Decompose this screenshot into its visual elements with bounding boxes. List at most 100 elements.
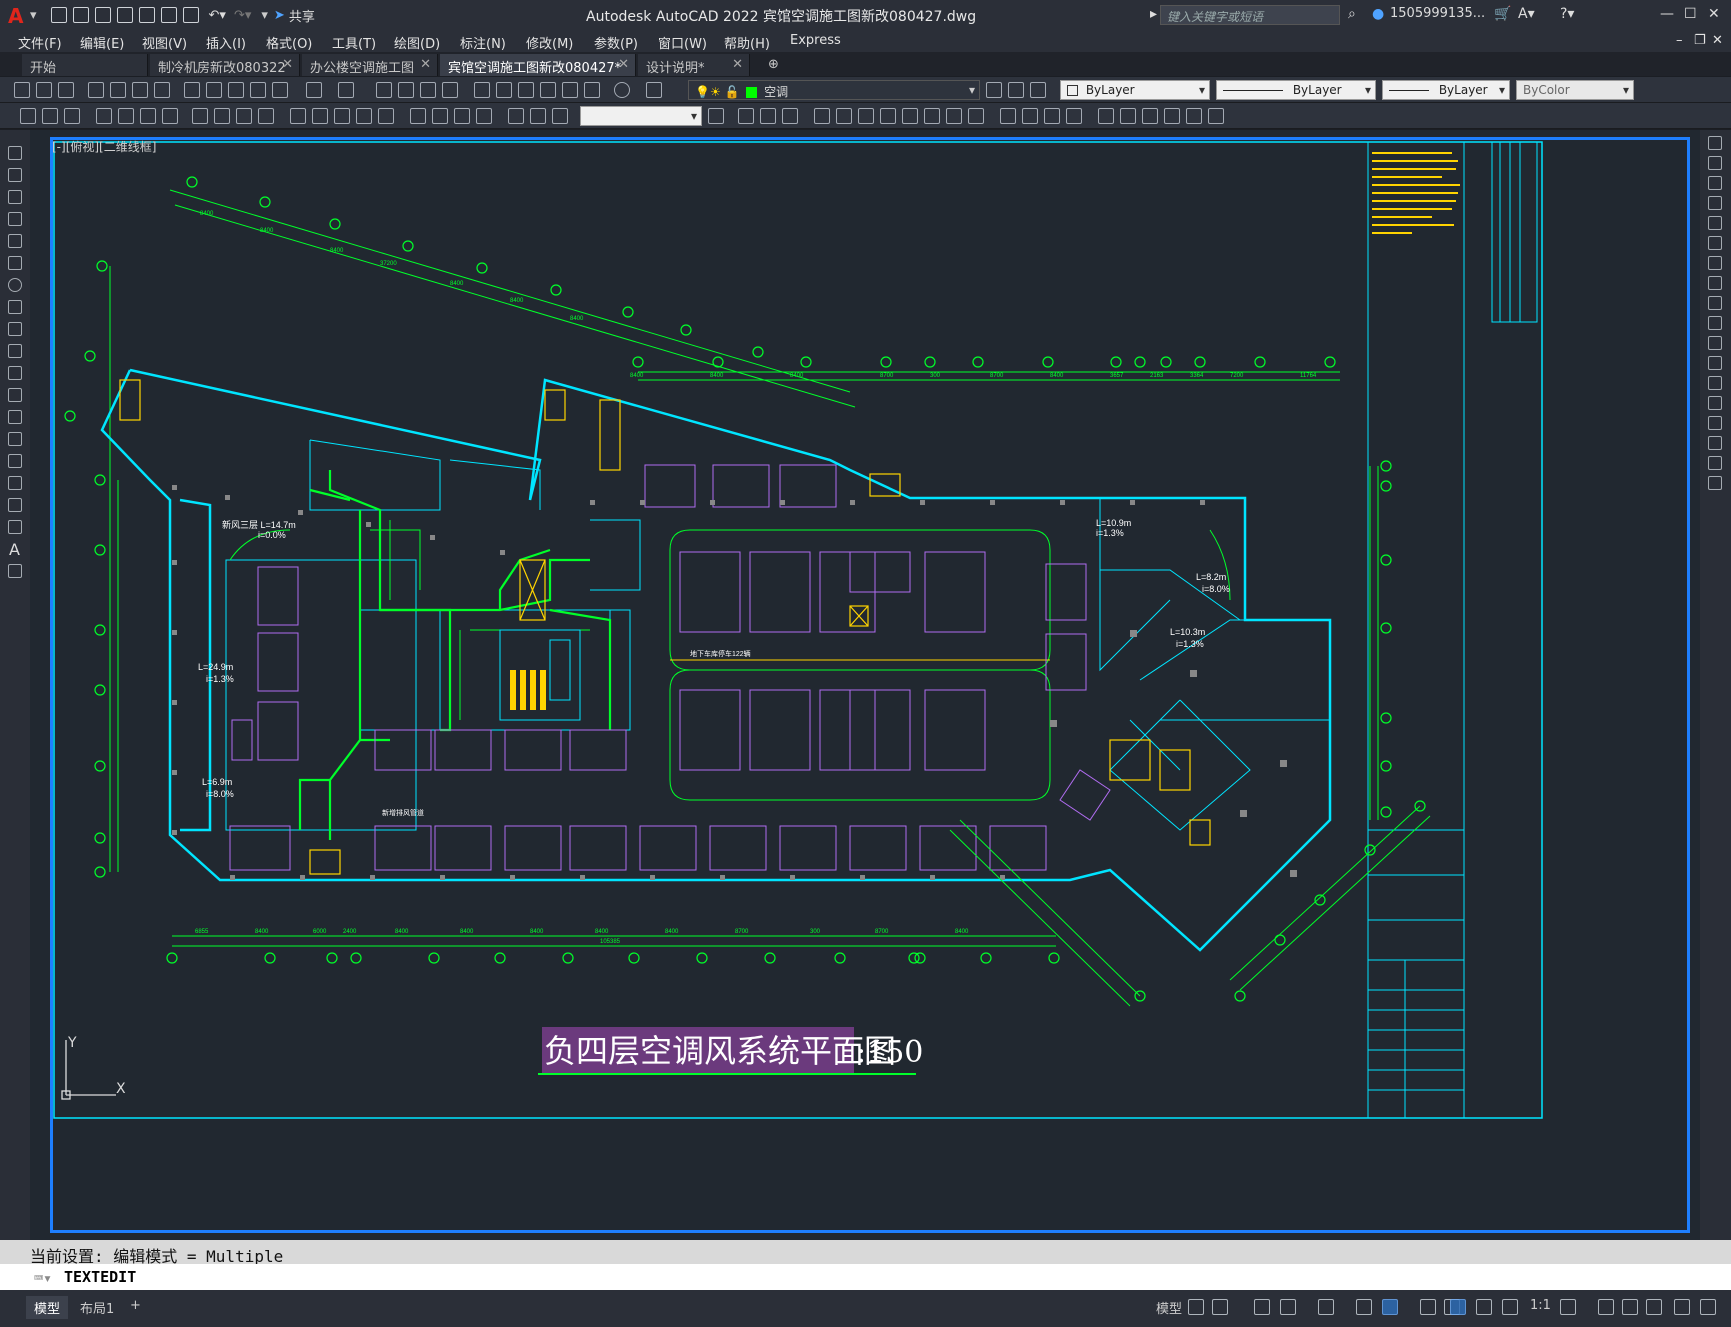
lengthen-icon[interactable] bbox=[1164, 108, 1180, 124]
ellipse-icon[interactable] bbox=[8, 344, 22, 358]
search-input[interactable]: 键入关键字或短语 bbox=[1160, 5, 1340, 25]
share-icon[interactable]: ➤ bbox=[274, 8, 285, 23]
rotate-icon[interactable] bbox=[1708, 256, 1722, 270]
rectangle-icon[interactable] bbox=[8, 234, 22, 248]
customize-icon[interactable] bbox=[1700, 1299, 1716, 1315]
hatch-icon[interactable] bbox=[8, 454, 22, 468]
close-icon[interactable]: ✕ bbox=[282, 57, 293, 72]
help-icon[interactable] bbox=[614, 82, 630, 98]
plotstyle-dropdown[interactable]: ByColor ▾ bbox=[1516, 80, 1634, 100]
undo-icon[interactable]: ↶▾ bbox=[209, 8, 226, 23]
plus-icon[interactable] bbox=[1598, 1299, 1614, 1315]
quickcalc-icon[interactable] bbox=[584, 82, 600, 98]
color-dropdown[interactable]: ByLayer ▾ bbox=[1060, 80, 1210, 100]
mirror-icon[interactable] bbox=[1708, 176, 1722, 190]
menu-tools[interactable]: 工具(T) bbox=[332, 33, 376, 52]
quick-dim-icon[interactable] bbox=[290, 108, 306, 124]
table-style-icon[interactable] bbox=[64, 108, 80, 124]
zoom-window-icon[interactable] bbox=[420, 82, 436, 98]
viewport-controls[interactable]: [-][俯视][二维线框] bbox=[52, 138, 156, 155]
move-icon[interactable] bbox=[1708, 236, 1722, 250]
pan-icon[interactable] bbox=[376, 82, 392, 98]
menu-draw[interactable]: 绘图(D) bbox=[394, 33, 440, 52]
block-editor-icon[interactable] bbox=[272, 82, 288, 98]
close-icon[interactable]: ✕ bbox=[618, 57, 629, 72]
table-icon[interactable] bbox=[8, 520, 22, 534]
menu-modify[interactable]: 修改(M) bbox=[526, 33, 573, 52]
aligned-dim-icon[interactable] bbox=[118, 108, 134, 124]
jogged-linear-icon[interactable] bbox=[476, 108, 492, 124]
add-selected-icon[interactable] bbox=[8, 564, 22, 578]
plot-icon[interactable] bbox=[88, 82, 104, 98]
clean-screen-icon[interactable] bbox=[1674, 1299, 1690, 1315]
tool-palettes-icon[interactable] bbox=[518, 82, 534, 98]
jogged-dim-icon[interactable] bbox=[214, 108, 230, 124]
break-icon[interactable] bbox=[1708, 376, 1722, 390]
tolerance-icon[interactable] bbox=[410, 108, 426, 124]
snap-icon[interactable] bbox=[1212, 1299, 1228, 1315]
scale-icon[interactable] bbox=[1708, 276, 1722, 290]
menu-format[interactable]: 格式(O) bbox=[266, 33, 312, 52]
break-at-point-icon[interactable] bbox=[1708, 356, 1722, 370]
align-icon[interactable] bbox=[1186, 108, 1202, 124]
save-icon[interactable] bbox=[94, 7, 111, 23]
dim-style-icon[interactable] bbox=[20, 108, 36, 124]
user-icon[interactable]: ● bbox=[1372, 6, 1384, 22]
break-icon[interactable] bbox=[1142, 108, 1158, 124]
save-as-icon[interactable] bbox=[116, 7, 133, 23]
insert-block-icon[interactable] bbox=[8, 388, 22, 402]
mirror-icon[interactable] bbox=[836, 108, 852, 124]
linetype-dropdown[interactable]: ByLayer ▾ bbox=[1216, 80, 1376, 100]
layer-state-icon[interactable] bbox=[1030, 82, 1046, 98]
undo-icon[interactable] bbox=[306, 82, 322, 98]
help-icon[interactable]: ?▾ bbox=[1560, 6, 1574, 22]
markup-icon[interactable] bbox=[562, 82, 578, 98]
ellipse-arc-icon[interactable] bbox=[8, 366, 22, 380]
close-icon[interactable]: ✕ bbox=[420, 57, 431, 72]
make-current-layer-icon[interactable] bbox=[986, 82, 1002, 98]
auto-scale-icon[interactable] bbox=[1476, 1299, 1492, 1315]
maximize-button[interactable]: ☐ bbox=[1684, 6, 1697, 22]
annotation-scale-value[interactable]: 1:1 bbox=[1522, 1296, 1559, 1315]
menu-window[interactable]: 窗口(W) bbox=[658, 33, 707, 52]
extend-icon[interactable] bbox=[1708, 336, 1722, 350]
zoom-realtime-icon[interactable] bbox=[398, 82, 414, 98]
diameter-dim-icon[interactable] bbox=[236, 108, 252, 124]
new-tab-button[interactable]: ⊕ bbox=[760, 54, 790, 76]
annotation-scale-icon[interactable] bbox=[1502, 1299, 1518, 1315]
multiline-text-icon[interactable]: A bbox=[9, 540, 20, 559]
layer-dropdown[interactable]: 💡☀ 🔓 空调 ▾ bbox=[688, 80, 980, 100]
angular-dim-icon[interactable] bbox=[258, 108, 274, 124]
join-icon[interactable] bbox=[1708, 396, 1722, 410]
text-style-icon[interactable] bbox=[42, 108, 58, 124]
array-icon[interactable] bbox=[1708, 216, 1722, 230]
ungroup-icon[interactable] bbox=[1120, 108, 1136, 124]
autodesk-services-icon[interactable]: A▾ bbox=[1518, 6, 1535, 22]
dim-style-dropdown[interactable]: ▾ bbox=[580, 106, 702, 126]
cut-icon[interactable] bbox=[184, 82, 200, 98]
hardware-acceleration-icon[interactable] bbox=[1646, 1299, 1662, 1315]
menu-file[interactable]: 文件(F) bbox=[18, 33, 62, 52]
dim-text-edit-icon[interactable] bbox=[530, 108, 546, 124]
circle-icon[interactable] bbox=[8, 278, 22, 292]
close-icon[interactable]: ✕ bbox=[732, 57, 743, 72]
annotation-visibility-icon[interactable] bbox=[1450, 1299, 1466, 1315]
sheet-set-icon[interactable] bbox=[540, 82, 556, 98]
stretch-icon[interactable] bbox=[782, 108, 798, 124]
doc-close-icon[interactable]: ✕ bbox=[1712, 33, 1723, 48]
search-expand-icon[interactable]: ▸ bbox=[1150, 6, 1157, 22]
qnew-icon[interactable] bbox=[14, 82, 30, 98]
chamfer-icon[interactable] bbox=[968, 108, 984, 124]
join-icon[interactable] bbox=[1066, 108, 1082, 124]
doc-restore-icon[interactable]: ❐ bbox=[1694, 33, 1706, 48]
publish-icon[interactable] bbox=[132, 82, 148, 98]
gear-icon[interactable] bbox=[1560, 1299, 1576, 1315]
user-account[interactable]: 1505999135... bbox=[1390, 6, 1485, 21]
tab-office-hvac[interactable]: 办公楼空调施工图 ✕ bbox=[302, 54, 438, 76]
fillet-icon[interactable] bbox=[946, 108, 962, 124]
add-layout-button[interactable]: + bbox=[122, 1296, 149, 1315]
copy-object-icon[interactable] bbox=[760, 108, 776, 124]
fillet-icon[interactable] bbox=[1708, 436, 1722, 450]
save-web-icon[interactable] bbox=[160, 7, 177, 23]
draworder-icon[interactable] bbox=[1208, 108, 1224, 124]
